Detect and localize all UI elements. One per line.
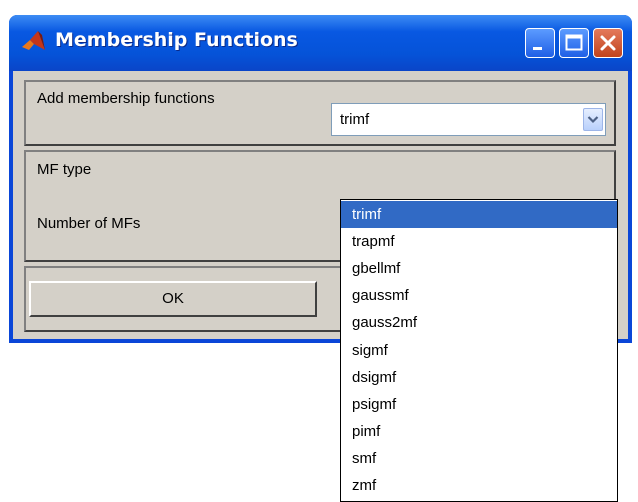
close-button[interactable] [593, 28, 623, 58]
dropdown-option-trimf[interactable]: trimf [341, 201, 617, 228]
dropdown-option-trapmf[interactable]: trapmf [341, 228, 617, 255]
mf-type-select[interactable]: trimf [331, 103, 606, 136]
dropdown-option-sigmf[interactable]: sigmf [341, 337, 617, 364]
mf-type-dropdown-list[interactable]: trimf trapmf gbellmf gaussmf gauss2mf si… [340, 199, 618, 502]
mf-type-label: MF type [37, 161, 92, 178]
dropdown-option-gbellmf[interactable]: gbellmf [341, 255, 617, 282]
chevron-down-icon [587, 116, 599, 124]
dropdown-option-gauss2mf[interactable]: gauss2mf [341, 309, 617, 336]
dropdown-option-zmf[interactable]: zmf [341, 472, 617, 499]
dropdown-option-smf[interactable]: smf [341, 445, 617, 472]
instruction-text: Add membership functions [37, 90, 215, 107]
window-title: Membership Functions [55, 29, 298, 51]
maximize-button[interactable] [559, 28, 589, 58]
maximize-icon [565, 34, 583, 51]
ok-button[interactable]: OK [29, 281, 317, 317]
matlab-logo-icon [22, 31, 45, 50]
minimize-button[interactable] [525, 28, 555, 58]
dropdown-arrow-button[interactable] [583, 108, 603, 131]
minimize-icon [533, 47, 542, 50]
title-bar[interactable]: Membership Functions [9, 15, 632, 71]
close-icon [600, 35, 616, 51]
mf-type-selected-value: trimf [340, 111, 370, 128]
dropdown-option-psigmf[interactable]: psigmf [341, 391, 617, 418]
dropdown-option-gaussmf[interactable]: gaussmf [341, 282, 617, 309]
dropdown-option-pimf[interactable]: pimf [341, 418, 617, 445]
number-of-mfs-label: Number of MFs [37, 215, 141, 232]
dropdown-option-dsigmf[interactable]: dsigmf [341, 364, 617, 391]
